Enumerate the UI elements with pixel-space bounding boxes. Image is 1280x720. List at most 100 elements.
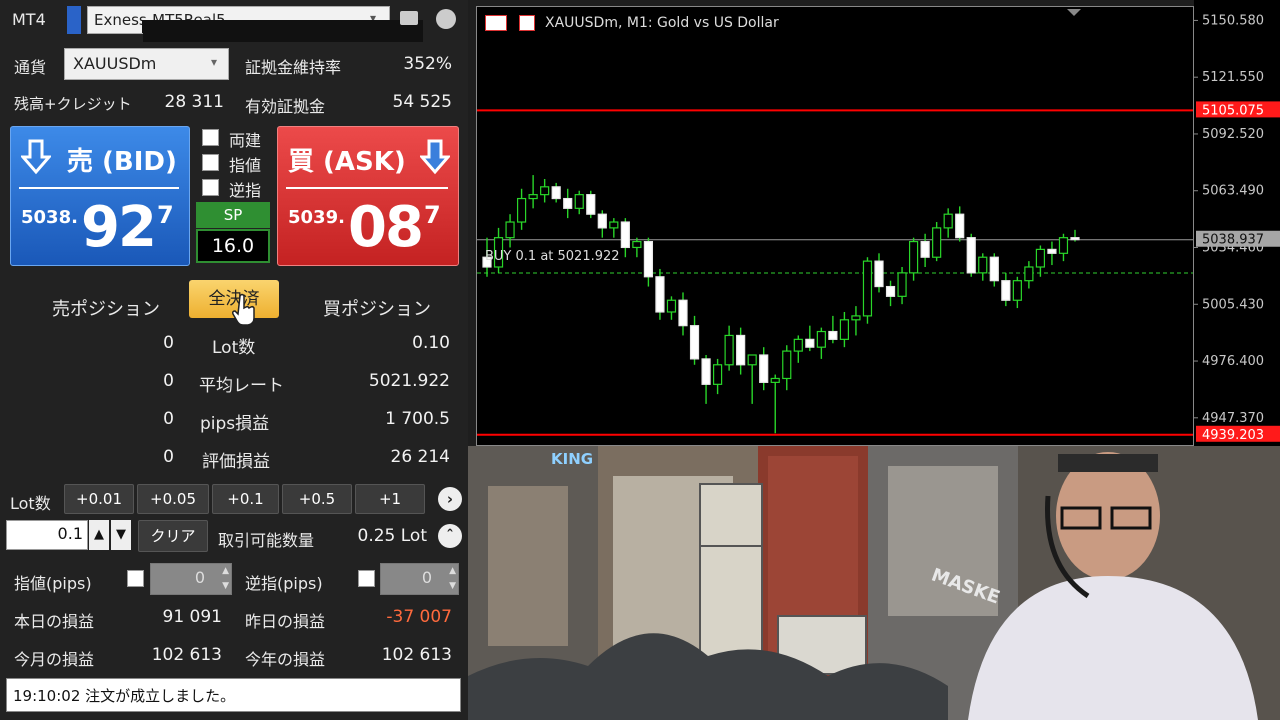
candle <box>516 188 527 230</box>
tradable-lot-value: 0.25 Lot <box>357 526 428 546</box>
clear-button[interactable]: クリア <box>138 520 208 552</box>
year-pnl-value: 102 613 <box>381 645 452 665</box>
chevron-right-icon[interactable]: › <box>438 487 462 511</box>
tick-label: 5121.550 <box>1202 70 1264 85</box>
unrealized-pnl-label: 評価損益 <box>202 452 270 472</box>
candle-body-up <box>505 221 515 239</box>
price-chart[interactable]: XAUUSDm, M1: Gold vs US Dollar BUY 0.1 a… <box>476 6 1194 446</box>
status-message: 19:10:02 注文が成立しました。 <box>13 687 236 705</box>
lot-step-button-0.01[interactable]: +0.01 <box>64 484 134 514</box>
sell-lots-value: 0 <box>163 333 174 353</box>
month-pnl-value: 102 613 <box>151 645 222 665</box>
today-pnl-label: 本日の損益 <box>14 612 95 631</box>
hedge-label: 両建 <box>229 131 262 150</box>
limit-pips-value: 0 <box>194 568 205 587</box>
candle <box>989 253 999 287</box>
lot-up-arrow-icon[interactable]: ▲ <box>89 520 109 550</box>
lot-down-arrow-icon[interactable]: ▼ <box>111 520 131 550</box>
balance-label: 残高+クレジット <box>14 95 132 113</box>
candle <box>1001 272 1011 307</box>
price-axis-svg: 5150.5805121.5505092.5205063.4905034.460… <box>1194 13 1280 443</box>
stop-pips-checkbox[interactable] <box>358 570 375 587</box>
limit-checkbox[interactable] <box>202 154 219 171</box>
webcam-scene <box>468 446 1280 720</box>
candle <box>908 237 919 281</box>
candle-body-down <box>655 276 665 313</box>
candle-body-up <box>632 240 642 249</box>
lot-step-button-0.5[interactable]: +0.5 <box>282 484 352 514</box>
lot-size-label: Lot数 <box>10 494 51 513</box>
candle <box>574 190 584 215</box>
chart-menu-icon[interactable] <box>485 15 507 31</box>
candle-type-icon[interactable] <box>519 15 535 31</box>
candle-body-up <box>609 221 619 229</box>
divider <box>286 187 448 189</box>
candle-body-up <box>862 260 873 317</box>
balance-value: 28 311 <box>164 92 224 112</box>
candle-body-down <box>551 186 561 200</box>
spread-label: SP <box>196 202 270 228</box>
candle <box>689 315 700 365</box>
candle <box>678 292 688 336</box>
limit-pips-checkbox[interactable] <box>127 570 144 587</box>
chart-plot-area <box>477 9 1193 436</box>
today-pnl-value: 91 091 <box>162 607 222 627</box>
chevron-down-icon: ▾ <box>211 55 218 69</box>
candle-body-down <box>597 213 607 229</box>
pips-pnl-label: pips損益 <box>200 414 270 434</box>
candle-body-up <box>528 194 538 200</box>
candle <box>1024 261 1034 289</box>
hedge-checkbox[interactable] <box>202 129 219 146</box>
tradable-lot-label: 取引可能数量 <box>218 531 315 550</box>
buy-button[interactable]: 買 (ASK) 5039. 08 7 <box>277 126 459 266</box>
candle <box>701 355 711 404</box>
lot-step-button-1[interactable]: +1 <box>355 484 425 514</box>
lot-input-value: 0.1 <box>57 524 83 543</box>
settings-icon[interactable] <box>436 9 456 29</box>
candle-body-up <box>724 334 734 366</box>
lot-step-button-0.05[interactable]: +0.05 <box>137 484 209 514</box>
symbol-select[interactable]: XAUUSDm ▾ <box>64 48 229 80</box>
symbol-label: 通貨 <box>14 58 47 77</box>
buy-unrealized-value: 26 214 <box>390 447 450 467</box>
candle-body-down <box>620 221 630 249</box>
candle-body-up <box>770 377 780 383</box>
candle-body-down <box>828 330 838 340</box>
candle <box>920 233 930 267</box>
candle <box>1058 233 1069 262</box>
limit-pips-label: 指値(pips) <box>14 574 92 593</box>
candle <box>897 267 907 305</box>
candle-body-down <box>689 325 700 360</box>
candle <box>805 325 815 352</box>
down-arrow-icon <box>21 139 51 175</box>
lot-step-button-0.1[interactable]: +0.1 <box>212 484 279 514</box>
tick-label: 5005.430 <box>1202 297 1264 312</box>
limit-pips-input[interactable]: 0 ▲ ▼ <box>150 563 232 595</box>
candle <box>966 233 976 277</box>
position-label: BUY 0.1 at 5021.922 <box>485 249 620 264</box>
sell-button[interactable]: 売 (BID) 5038. 92 7 <box>10 126 190 266</box>
candle <box>632 237 642 258</box>
candle-body-up <box>932 227 942 258</box>
folder-icon[interactable] <box>400 11 418 25</box>
yesterday-pnl-label: 昨日の損益 <box>245 612 326 631</box>
candle-body-down <box>1047 248 1057 254</box>
sell-pips-value: 0 <box>163 409 174 429</box>
hand-cursor-icon <box>232 293 255 326</box>
candle <box>724 325 734 371</box>
margin-level-label: 証拠金維持率 <box>245 58 342 77</box>
candle-body-down <box>643 240 654 278</box>
stop-pips-input[interactable]: 0 ▲ ▼ <box>380 563 459 595</box>
webcam-overlay: KING MASKE <box>468 446 1280 720</box>
buy-lots-value: 0.10 <box>412 333 450 353</box>
candle <box>885 280 896 307</box>
candle-body-down <box>955 213 965 239</box>
account-color-marker <box>67 6 81 34</box>
candle <box>793 335 803 363</box>
candle-body-up <box>1058 237 1069 254</box>
chevron-up-icon[interactable]: ˆ <box>438 524 462 548</box>
lot-input[interactable]: 0.1 <box>6 520 88 550</box>
candle <box>643 237 654 287</box>
stop-checkbox[interactable] <box>202 179 219 196</box>
candle-body-up <box>897 272 907 297</box>
